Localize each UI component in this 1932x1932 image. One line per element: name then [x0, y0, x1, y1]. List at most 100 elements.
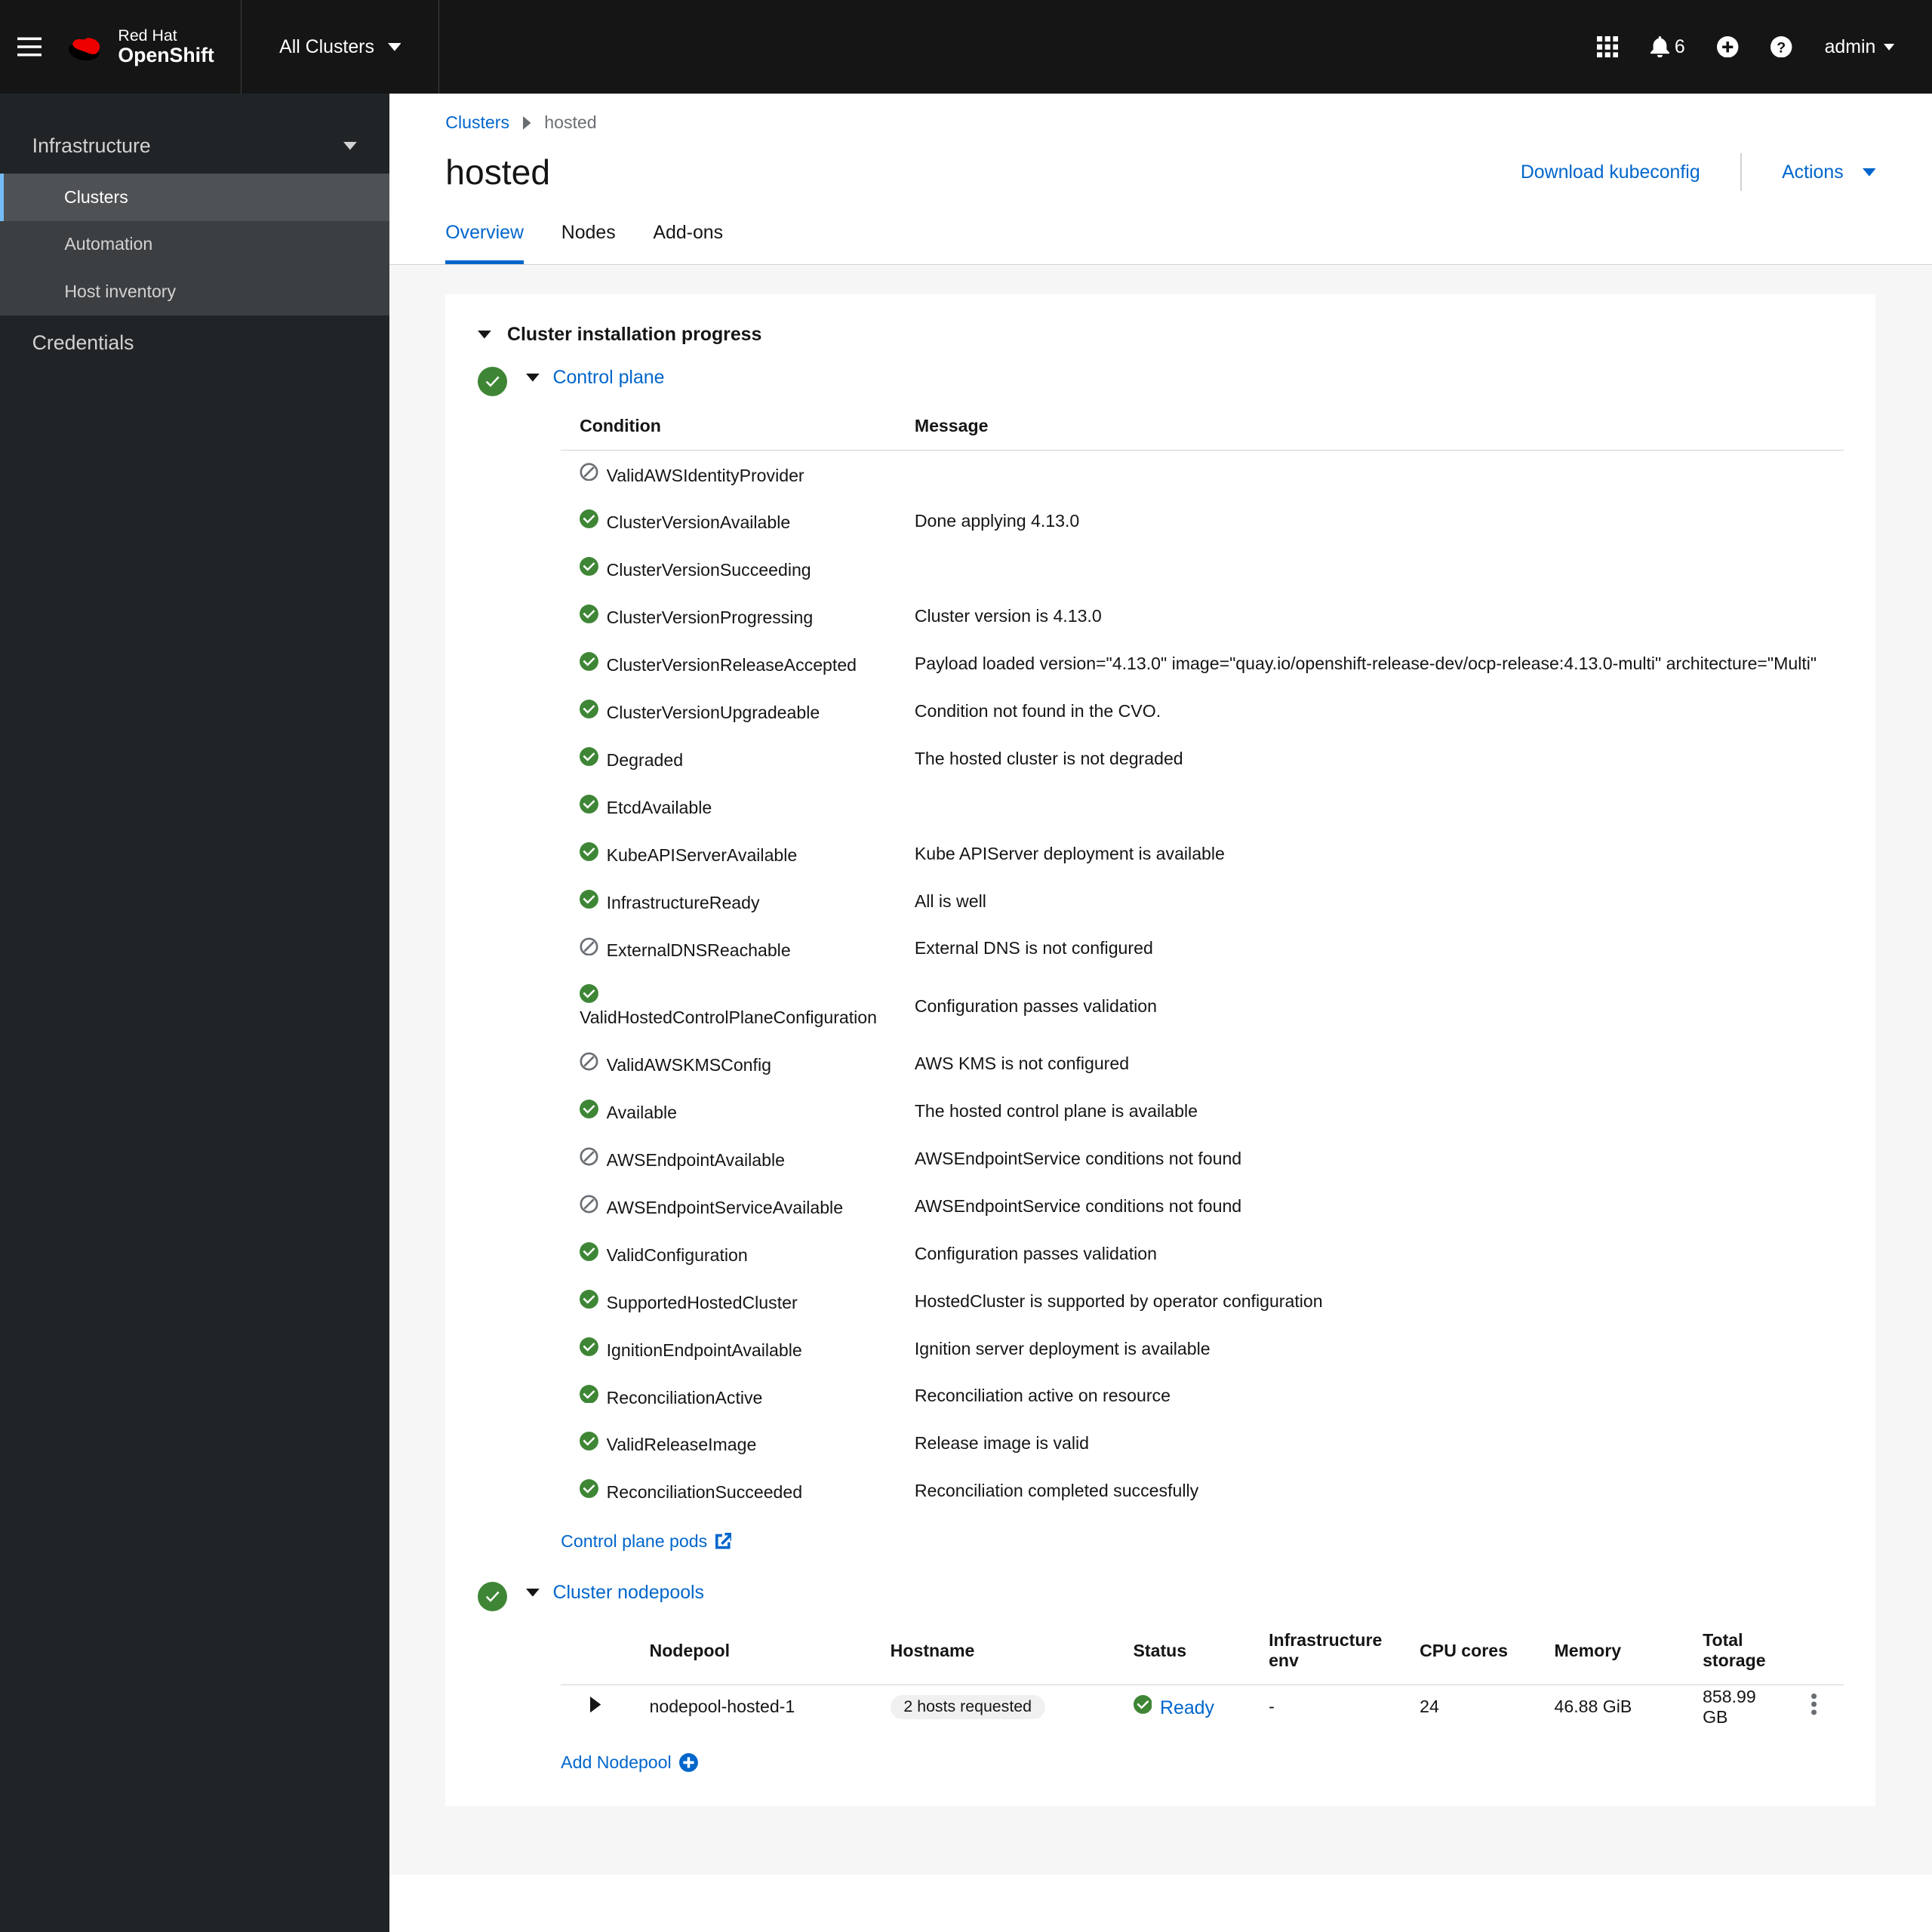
nodepools-title[interactable]: Cluster nodepools — [552, 1582, 704, 1604]
condition-name: ValidConfiguration — [607, 1245, 748, 1265]
redhat-logo-icon — [67, 32, 107, 62]
col-condition: Condition — [561, 402, 896, 450]
nav-item-clusters[interactable]: Clusters — [0, 174, 389, 221]
condition-name: ClusterVersionUpgradeable — [607, 703, 820, 722]
check-circle-icon — [580, 842, 598, 861]
condition-name: ClusterVersionReleaseAccepted — [607, 655, 857, 675]
section-toggle[interactable] — [478, 331, 491, 339]
condition-name: ClusterVersionAvailable — [607, 512, 791, 532]
actions-dropdown[interactable]: Actions — [1782, 162, 1875, 183]
status-link[interactable]: Ready — [1160, 1697, 1214, 1718]
row-kebab-menu[interactable] — [1803, 1691, 1824, 1727]
tab-nodes[interactable]: Nodes — [561, 222, 616, 263]
svg-text:?: ? — [1777, 39, 1786, 56]
condition-message: AWSEndpointService conditions not found — [896, 1135, 1844, 1183]
check-circle-icon — [580, 1479, 598, 1498]
control-plane-pods-link[interactable]: Control plane pods — [561, 1531, 731, 1552]
link-label: Control plane pods — [561, 1531, 707, 1552]
condition-message: AWSEndpointService conditions not found — [896, 1183, 1844, 1230]
page-actions: Download kubeconfig Actions — [1521, 153, 1876, 191]
row-expand-toggle[interactable] — [580, 1697, 612, 1716]
help-button[interactable]: ? — [1770, 36, 1792, 57]
hosts-badge: 2 hosts requested — [891, 1695, 1045, 1719]
status-success-icon — [478, 367, 507, 396]
add-nodepool-button[interactable]: Add Nodepool — [561, 1752, 698, 1773]
check-circle-icon — [580, 747, 598, 766]
timeline: Control plane Condition Message — [478, 359, 1844, 1774]
tab-addons[interactable]: Add-ons — [653, 222, 723, 263]
control-plane-title[interactable]: Control plane — [552, 367, 664, 389]
download-kubeconfig-link[interactable]: Download kubeconfig — [1521, 162, 1700, 183]
import-button[interactable] — [1717, 36, 1738, 57]
notifications-count: 6 — [1675, 36, 1685, 58]
condition-name: ValidAWSKMSConfig — [607, 1055, 771, 1075]
brand[interactable]: Red Hat OpenShift — [59, 0, 242, 94]
notifications-button[interactable]: 6 — [1651, 36, 1685, 58]
caret-down-icon — [1863, 168, 1876, 177]
tab-overview[interactable]: Overview — [445, 222, 524, 263]
condition-row: EtcdAvailable — [561, 783, 1843, 830]
condition-row: ExternalDNSReachableExternal DNS is not … — [561, 925, 1843, 973]
nodepool-name: nodepool-hosted-1 — [631, 1684, 872, 1728]
check-circle-icon — [580, 605, 598, 623]
col-message: Message — [896, 402, 1844, 450]
breadcrumb: Clusters hosted — [445, 112, 1875, 133]
check-circle-icon — [580, 795, 598, 814]
chevron-down-icon — [343, 142, 357, 150]
col-status: Status — [1115, 1617, 1251, 1684]
condition-message: Payload loaded version="4.13.0" image="q… — [896, 640, 1844, 688]
step-toggle[interactable] — [526, 1589, 540, 1597]
condition-row: SupportedHostedClusterHostedCluster is s… — [561, 1278, 1843, 1325]
apps-button[interactable] — [1597, 36, 1618, 57]
condition-name: IgnitionEndpointAvailable — [607, 1340, 802, 1360]
divider — [1740, 153, 1742, 191]
hamburger-button[interactable] — [0, 0, 59, 94]
add-nodepool-label: Add Nodepool — [561, 1752, 671, 1773]
brand-text: Red Hat OpenShift — [118, 27, 214, 67]
condition-message — [896, 450, 1844, 497]
check-circle-icon — [580, 1432, 598, 1451]
condition-name: ValidHostedControlPlaneConfiguration — [580, 1008, 877, 1027]
nav-section-credentials[interactable]: Credentials — [0, 315, 389, 371]
breadcrumb-root[interactable]: Clusters — [445, 112, 509, 133]
user-name: admin — [1825, 36, 1876, 58]
step-toggle[interactable] — [526, 374, 540, 382]
chevron-right-icon — [523, 116, 531, 130]
check-circle-icon — [1134, 1695, 1152, 1714]
condition-row: ValidReleaseImageRelease image is valid — [561, 1420, 1843, 1467]
progress-section-header: Cluster installation progress — [478, 310, 1844, 359]
sidebar: Infrastructure Clusters Automation Host … — [0, 94, 389, 1932]
conditions-table: Condition Message ValidAWSIdentityProvid… — [561, 402, 1843, 1515]
plus-circle-icon — [679, 1753, 698, 1772]
condition-row: ValidHostedControlPlaneConfigurationConf… — [561, 972, 1843, 1040]
condition-message: External DNS is not configured — [896, 925, 1844, 973]
col-cpu: CPU cores — [1401, 1617, 1535, 1684]
cluster-switcher[interactable]: All Clusters — [242, 0, 439, 94]
condition-message — [896, 783, 1844, 830]
nav-item-automation[interactable]: Automation — [0, 221, 389, 269]
condition-name: InfrastructureReady — [607, 893, 760, 912]
condition-row: AWSEndpointAvailable AWSEndpointService c… — [561, 1135, 1843, 1183]
condition-name: ReconciliationSucceeded — [607, 1482, 803, 1502]
nodepool-row: nodepool-hosted-1 2 hosts requested Ready -… — [561, 1684, 1843, 1728]
actions-label: Actions — [1782, 162, 1844, 183]
condition-message: Reconciliation active on resource — [896, 1373, 1844, 1420]
check-circle-icon — [580, 1337, 598, 1356]
condition-row: ValidAWSKMSConfigAWS KMS is not configur… — [561, 1040, 1843, 1088]
nav-item-host-inventory[interactable]: Host inventory — [0, 268, 389, 315]
unknown-circle-icon — [580, 463, 598, 481]
condition-message: Release image is valid — [896, 1420, 1844, 1467]
page-title: hosted — [445, 152, 550, 192]
nav-section-infrastructure[interactable]: Infrastructure — [0, 118, 389, 174]
condition-row: AvailableThe hosted control plane is ava… — [561, 1088, 1843, 1135]
memory: 46.88 GiB — [1536, 1684, 1684, 1728]
check-circle-icon — [580, 557, 598, 576]
col-memory: Memory — [1536, 1617, 1684, 1684]
condition-row: InfrastructureReadyAll is well — [561, 878, 1843, 925]
user-menu[interactable]: admin — [1825, 36, 1895, 58]
infra-env: - — [1250, 1684, 1401, 1728]
condition-row: ClusterVersionAvailableDone applying 4.1… — [561, 497, 1843, 545]
chevron-down-icon — [478, 331, 491, 339]
condition-name: ReconciliationActive — [607, 1387, 763, 1407]
condition-name: AWSEndpointAvailable — [607, 1150, 785, 1170]
